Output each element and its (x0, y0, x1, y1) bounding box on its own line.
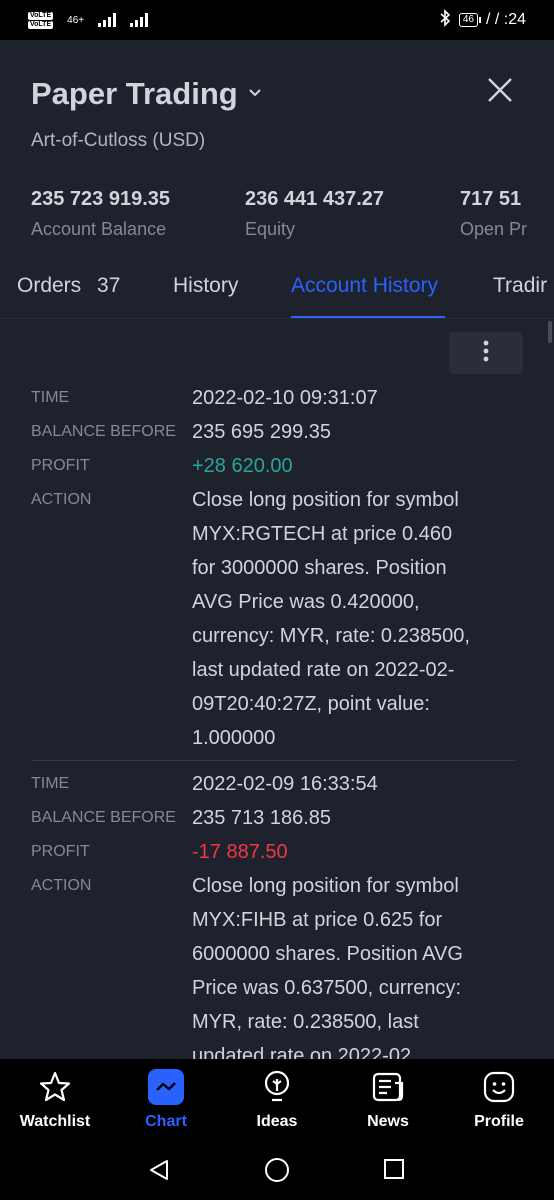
star-icon (37, 1069, 73, 1105)
signal-icon (98, 13, 117, 27)
metric-equity: 236 441 437.27 Equity (245, 188, 384, 240)
more-vertical-icon (483, 340, 489, 367)
action-line: 09T20:40:27Z, point value: (192, 693, 430, 715)
signal-icon-2 (130, 13, 149, 27)
metric-label: Account Balance (31, 219, 167, 239)
nav-chart[interactable]: Chart (111, 1069, 221, 1131)
back-icon[interactable] (147, 1158, 171, 1187)
battery-icon: 46 (458, 13, 482, 27)
metric-value: 717 51 (460, 188, 522, 210)
system-navigation (0, 1140, 554, 1200)
page-title: Paper Trading (31, 76, 238, 111)
tab-bar: Orders 37 History Account History Tradir (0, 274, 554, 320)
action-value: Close long position for symbol MYX:FIHB … (192, 869, 492, 1059)
tab-history[interactable]: History (173, 274, 238, 298)
time-value: 2022-02-09 16:33:54 (192, 773, 378, 795)
action-line: updated rate on 2022-02 (192, 1045, 412, 1059)
metric-open-profit: 717 51 Open Pr (460, 188, 527, 240)
account-history-list[interactable]: TIME 2022-02-10 09:31:07 BALANCE BEFORE … (0, 319, 554, 1059)
metric-value: 235 723 919.35 (31, 188, 171, 210)
history-entry: TIME 2022-02-09 16:33:54 BALANCE BEFORE … (0, 767, 554, 1059)
metric-label: Open Pr (460, 219, 528, 239)
close-icon[interactable] (486, 76, 514, 104)
nav-label: Watchlist (19, 1113, 91, 1130)
action-line: 1.000000 (192, 727, 276, 749)
nav-news[interactable]: News (333, 1069, 443, 1131)
lightbulb-icon (259, 1069, 295, 1105)
action-value: Close long position for symbol MYX:RGTEC… (192, 483, 492, 755)
tab-trading-journal[interactable]: Tradir (493, 274, 547, 298)
nav-label: Chart (145, 1113, 187, 1130)
action-line: last updated rate on 2022-02- (192, 659, 455, 681)
nav-ideas[interactable]: Ideas (222, 1069, 332, 1131)
smiley-icon (481, 1069, 517, 1105)
clock: / / :24 (485, 11, 526, 28)
profit-value: +28 620.00 (192, 455, 293, 477)
metric-account-balance: 235 723 919.35 Account Balance (31, 188, 170, 240)
entry-divider (31, 760, 516, 761)
action-label: ACTION (31, 491, 92, 508)
action-line: AVG Price was 0.420000, (192, 591, 420, 613)
time-label: TIME (31, 389, 70, 406)
status-left: VoLTE VoLTE 46+ (28, 11, 149, 29)
action-line: 6000000 shares. Position AVG (192, 943, 463, 965)
profit-label: PROFIT (31, 457, 90, 474)
action-label: ACTION (31, 877, 92, 894)
profit-value: -17 887.50 (192, 841, 288, 863)
action-line: currency: MYR, rate: 0.238500, (192, 625, 470, 647)
recents-icon[interactable] (383, 1158, 405, 1185)
news-icon (370, 1069, 406, 1105)
nav-label: Profile (474, 1113, 524, 1130)
history-entry: TIME 2022-02-10 09:31:07 BALANCE BEFORE … (0, 381, 554, 755)
account-header: Paper Trading Art-of-Cutloss (USD) 235 7… (0, 40, 554, 320)
profit-label: PROFIT (31, 843, 90, 860)
action-line: Close long position for symbol (192, 489, 459, 511)
account-selector[interactable]: Paper Trading (31, 76, 262, 112)
account-name: Art-of-Cutloss (USD) (31, 130, 206, 151)
balance-before-label: BALANCE BEFORE (31, 423, 176, 440)
metric-label: Equity (245, 219, 296, 239)
status-right: 46 / / :24 (439, 8, 526, 32)
bottom-navigation: Watchlist Chart Ideas News Profile (0, 1059, 554, 1140)
network-type: 46+ (67, 14, 85, 26)
action-line: MYX:FIHB at price 0.625 for (192, 909, 443, 931)
tab-account-history[interactable]: Account History (291, 274, 438, 298)
tab-count-badge: 37 (97, 274, 121, 297)
status-bar: VoLTE VoLTE 46+ 46 / / :24 (0, 0, 554, 40)
nav-label: News (367, 1113, 409, 1130)
tab-orders[interactable]: Orders 37 (17, 274, 120, 298)
action-line: MYR, rate: 0.238500, last (192, 1011, 419, 1033)
action-line: Close long position for symbol (192, 875, 459, 897)
action-line: MYX:RGTECH at price 0.460 (192, 523, 453, 545)
chart-icon (148, 1069, 184, 1105)
more-options-button[interactable] (449, 332, 523, 374)
balance-before-value: 235 695 299.35 (192, 421, 332, 443)
volte-label-2: VoLTE (28, 20, 54, 29)
time-label: TIME (31, 775, 70, 792)
tab-label: Orders (17, 274, 82, 297)
nav-label: Ideas (256, 1113, 298, 1130)
balance-before-label: BALANCE BEFORE (31, 809, 176, 826)
home-icon[interactable] (264, 1157, 290, 1188)
action-line: for 3000000 shares. Position (192, 557, 447, 579)
metric-value: 236 441 437.27 (245, 188, 385, 210)
balance-before-value: 235 713 186.85 (192, 807, 332, 829)
volte-label-1: VoLTE (28, 11, 54, 20)
time-value: 2022-02-10 09:31:07 (192, 387, 378, 409)
action-line: Price was 0.637500, currency: (192, 977, 462, 999)
volte-indicator: VoLTE VoLTE (28, 11, 54, 29)
nav-profile[interactable]: Profile (444, 1069, 554, 1131)
nav-watchlist[interactable]: Watchlist (0, 1069, 110, 1131)
bluetooth-icon (439, 8, 451, 32)
scrollbar[interactable] (548, 321, 552, 343)
chevron-down-icon (248, 85, 262, 103)
